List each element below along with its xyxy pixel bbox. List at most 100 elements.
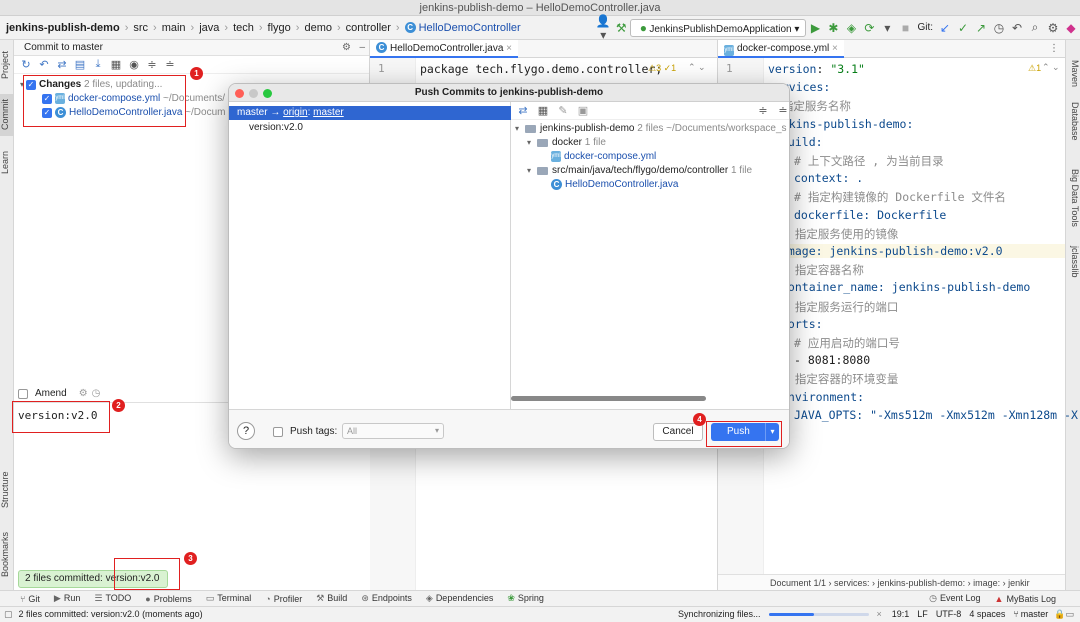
commit-history-icon[interactable]: ◷ (92, 388, 101, 399)
tool-build[interactable]: ⚒ Build (309, 593, 354, 604)
tool-tab-big-data-tools[interactable]: Big Data Tools (1067, 158, 1080, 238)
layout-icon[interactable]: ▢ (0, 607, 13, 622)
background-task[interactable]: Synchronizing files... (678, 607, 761, 622)
group-by-icon[interactable]: ▦ (108, 58, 124, 71)
download-icon[interactable]: ⤓ (90, 58, 106, 71)
current-branch[interactable]: master (1019, 607, 1055, 622)
edit-icon[interactable]: ✎ (555, 104, 571, 117)
close-window-icon[interactable] (235, 89, 244, 98)
line-separator[interactable]: LF (917, 607, 936, 622)
lock-icon[interactable]: 🔒 (1054, 607, 1065, 622)
run-icon[interactable]: ▶ (806, 21, 824, 35)
status-message[interactable]: 2 files committed: version:v2.0 (moments… (13, 607, 203, 622)
group-by-icon[interactable]: ▦ (535, 104, 551, 117)
collapse-all-icon[interactable]: ≐ (162, 58, 178, 71)
tool-tab-commit[interactable]: Commit (0, 94, 14, 136)
remote-name[interactable]: origin (283, 107, 307, 118)
search-icon[interactable]: ⌕ (1026, 20, 1044, 35)
breadcrumb-java[interactable]: java (196, 22, 222, 34)
breadcrumb-project[interactable]: jenkins-publish-demo (0, 22, 123, 34)
profile-icon[interactable]: ⟳ (860, 21, 878, 35)
save-icon[interactable]: ▣ (575, 104, 591, 117)
diff-icon[interactable]: ▤ (72, 58, 88, 71)
tool-tab-structure[interactable]: Structure (0, 466, 14, 514)
amend-label[interactable]: Amend (35, 388, 67, 399)
rollback-icon[interactable]: ↶ (1008, 21, 1026, 35)
tree-folder[interactable]: ▾ src/main/java/tech/flygo/demo/controll… (527, 165, 752, 176)
move-changes-icon[interactable]: ⇄ (54, 58, 70, 71)
tool-spring[interactable]: ❀ Spring (500, 593, 551, 604)
tool-todo[interactable]: ☰ TODO (87, 593, 138, 604)
tab-options-icon[interactable]: ⋮ (1049, 43, 1065, 54)
more-run-icon[interactable]: ▾ (878, 21, 896, 35)
show-diff-icon[interactable]: ⇄ (515, 104, 531, 117)
panel-hide-icon[interactable]: – (359, 40, 365, 56)
zoom-window-icon[interactable] (263, 89, 272, 98)
tool-terminal[interactable]: ▭ Terminal (199, 593, 259, 604)
expand-all-icon[interactable]: ≑ (755, 104, 771, 117)
history-icon[interactable]: ◷ (990, 21, 1008, 35)
breadcrumb-class[interactable]: C HelloDemoController (402, 22, 524, 34)
tool-run[interactable]: ▶ Run (47, 593, 87, 604)
close-icon[interactable]: × (832, 43, 838, 54)
breadcrumb-controller[interactable]: controller (343, 22, 394, 34)
tab-hello-demo-controller[interactable]: C HelloDemoController.java × (370, 39, 519, 58)
tool-tab-database[interactable]: Database (1067, 96, 1080, 146)
tool-tab-bookmarks[interactable]: Bookmarks (0, 526, 14, 582)
push-tags-select[interactable]: All ▾ (342, 423, 444, 439)
horizontal-scrollbar[interactable] (511, 396, 706, 401)
tab-docker-compose[interactable]: yml docker-compose.yml × (718, 39, 844, 58)
inspection-nav-icon[interactable]: ⌃ ⌄ (688, 62, 706, 73)
tool-tab-jclasslib[interactable]: jclasslib (1067, 238, 1080, 286)
help-button[interactable]: ? (237, 422, 255, 440)
file-encoding[interactable]: UTF-8 (936, 607, 970, 622)
git-push-icon[interactable]: ↗ (972, 21, 990, 35)
chevron-down-icon[interactable]: ▾ (527, 138, 537, 147)
inspection-warnings[interactable]: ⚠3 ✓1 (648, 63, 676, 74)
yaml-breadcrumb[interactable]: Document 1/1 › services: › jenkins-publi… (718, 574, 1065, 590)
expand-all-icon[interactable]: ≑ (144, 58, 160, 71)
coverage-icon[interactable]: ◈ (842, 21, 860, 35)
commit-options-icon[interactable]: ⚙ (79, 388, 88, 399)
breadcrumb-main[interactable]: main (159, 22, 189, 34)
run-configuration-select[interactable]: ● JenkinsPublishDemoApplication ▾ (630, 18, 807, 37)
breadcrumb-demo[interactable]: demo (301, 22, 335, 34)
git-commit-icon[interactable]: ✓ (954, 21, 972, 35)
breadcrumb-tech[interactable]: tech (230, 22, 257, 34)
indent-setting[interactable]: 4 spaces (969, 607, 1013, 622)
inspection-warnings[interactable]: ⚠1 (1028, 63, 1041, 74)
eye-icon[interactable]: ◉ (126, 58, 142, 71)
rollback-changes-icon[interactable]: ↶ (36, 58, 52, 71)
tool-profiler[interactable]: ◔ Profiler (258, 594, 309, 604)
tool-endpoints[interactable]: ⊛ Endpoints (354, 593, 419, 604)
ide-logo-icon[interactable]: ◆ (1062, 21, 1080, 35)
tool-git[interactable]: ⑂ Git (0, 594, 47, 604)
stop-icon[interactable]: ■ (896, 21, 914, 35)
tree-root[interactable]: ▾ jenkins-publish-demo 2 files ~/Documen… (515, 123, 787, 134)
hammer-icon[interactable]: ⚒ (612, 21, 630, 35)
cancel-task-icon[interactable]: × (877, 607, 892, 622)
memory-icon[interactable]: ▭ (1065, 607, 1080, 622)
git-update-icon[interactable]: ↙ (936, 21, 954, 35)
minimize-window-icon[interactable] (249, 89, 258, 98)
tree-file[interactable]: C HelloDemoController.java (551, 179, 678, 190)
commit-entry[interactable]: version:v2.0 (249, 122, 303, 133)
close-icon[interactable]: × (506, 43, 512, 54)
inspection-nav-icon[interactable]: ⌃ ⌄ (1042, 62, 1060, 73)
tool-tab-project[interactable]: Project (0, 44, 14, 86)
debug-icon[interactable]: ✱ (824, 21, 842, 35)
breadcrumb-flygo[interactable]: flygo (265, 22, 294, 34)
tool-problems[interactable]: ● Problems (138, 594, 198, 604)
tree-file[interactable]: yml docker-compose.yml (551, 151, 656, 162)
collapse-all-icon[interactable]: ≐ (775, 104, 789, 117)
tool-dependencies[interactable]: ◈ Dependencies (419, 593, 500, 604)
chevron-down-icon[interactable]: ▾ (515, 124, 525, 133)
caret-position[interactable]: 19:1 (892, 607, 918, 622)
tool-tab-learn[interactable]: Learn (0, 144, 14, 180)
settings-icon[interactable]: ⚙ (1044, 21, 1062, 35)
tool-mybatis-log[interactable]: ▲ MyBatis Log (988, 594, 1080, 604)
branch-push-row[interactable]: master → origin: master (229, 106, 511, 120)
tool-event-log[interactable]: ◷ Event Log (922, 593, 987, 604)
user-icon[interactable]: 👤▾ (594, 14, 612, 42)
chevron-down-icon[interactable]: ▾ (527, 166, 537, 175)
